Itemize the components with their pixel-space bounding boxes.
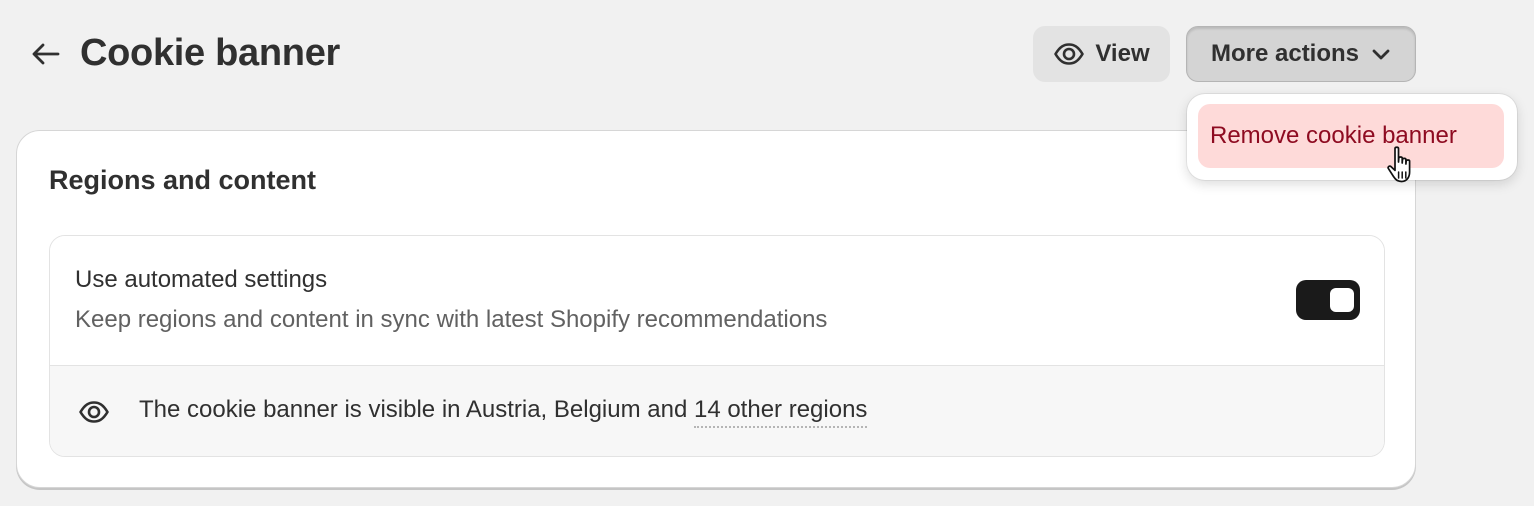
chevron-down-icon [1372,49,1390,60]
automated-settings-toggle[interactable] [1296,280,1360,320]
eye-icon [79,401,109,423]
visibility-info-row: The cookie banner is visible in Austria,… [50,366,1384,456]
automated-settings-description: Keep regions and content in sync with la… [75,306,828,333]
remove-cookie-banner-item[interactable]: Remove cookie banner [1198,104,1504,168]
toggle-knob [1330,288,1354,312]
view-button-label: View [1095,40,1150,67]
more-actions-menu: Remove cookie banner [1187,94,1517,180]
visibility-text: The cookie banner is visible in Austria,… [139,396,868,428]
regions-content-card: Regions and content Use automated settin… [16,130,1416,488]
other-regions-link[interactable]: 14 other regions [693,396,868,428]
visibility-text-prefix: The cookie banner is visible in Austria,… [139,396,694,423]
back-button[interactable] [26,36,64,72]
hand-pointer-icon [1387,146,1411,183]
eye-icon [1054,43,1085,65]
more-actions-label: More actions [1210,40,1360,67]
page-title: Cookie banner [80,32,341,74]
automated-settings-title: Use automated settings [75,266,328,293]
arrow-left-icon [32,43,60,65]
view-button[interactable]: View [1033,26,1170,82]
settings-box: Use automated settings Keep regions and … [49,235,1385,457]
automated-settings-row: Use automated settings Keep regions and … [50,236,1384,366]
card-title: Regions and content [49,165,317,195]
more-actions-button[interactable]: More actions [1186,26,1416,82]
